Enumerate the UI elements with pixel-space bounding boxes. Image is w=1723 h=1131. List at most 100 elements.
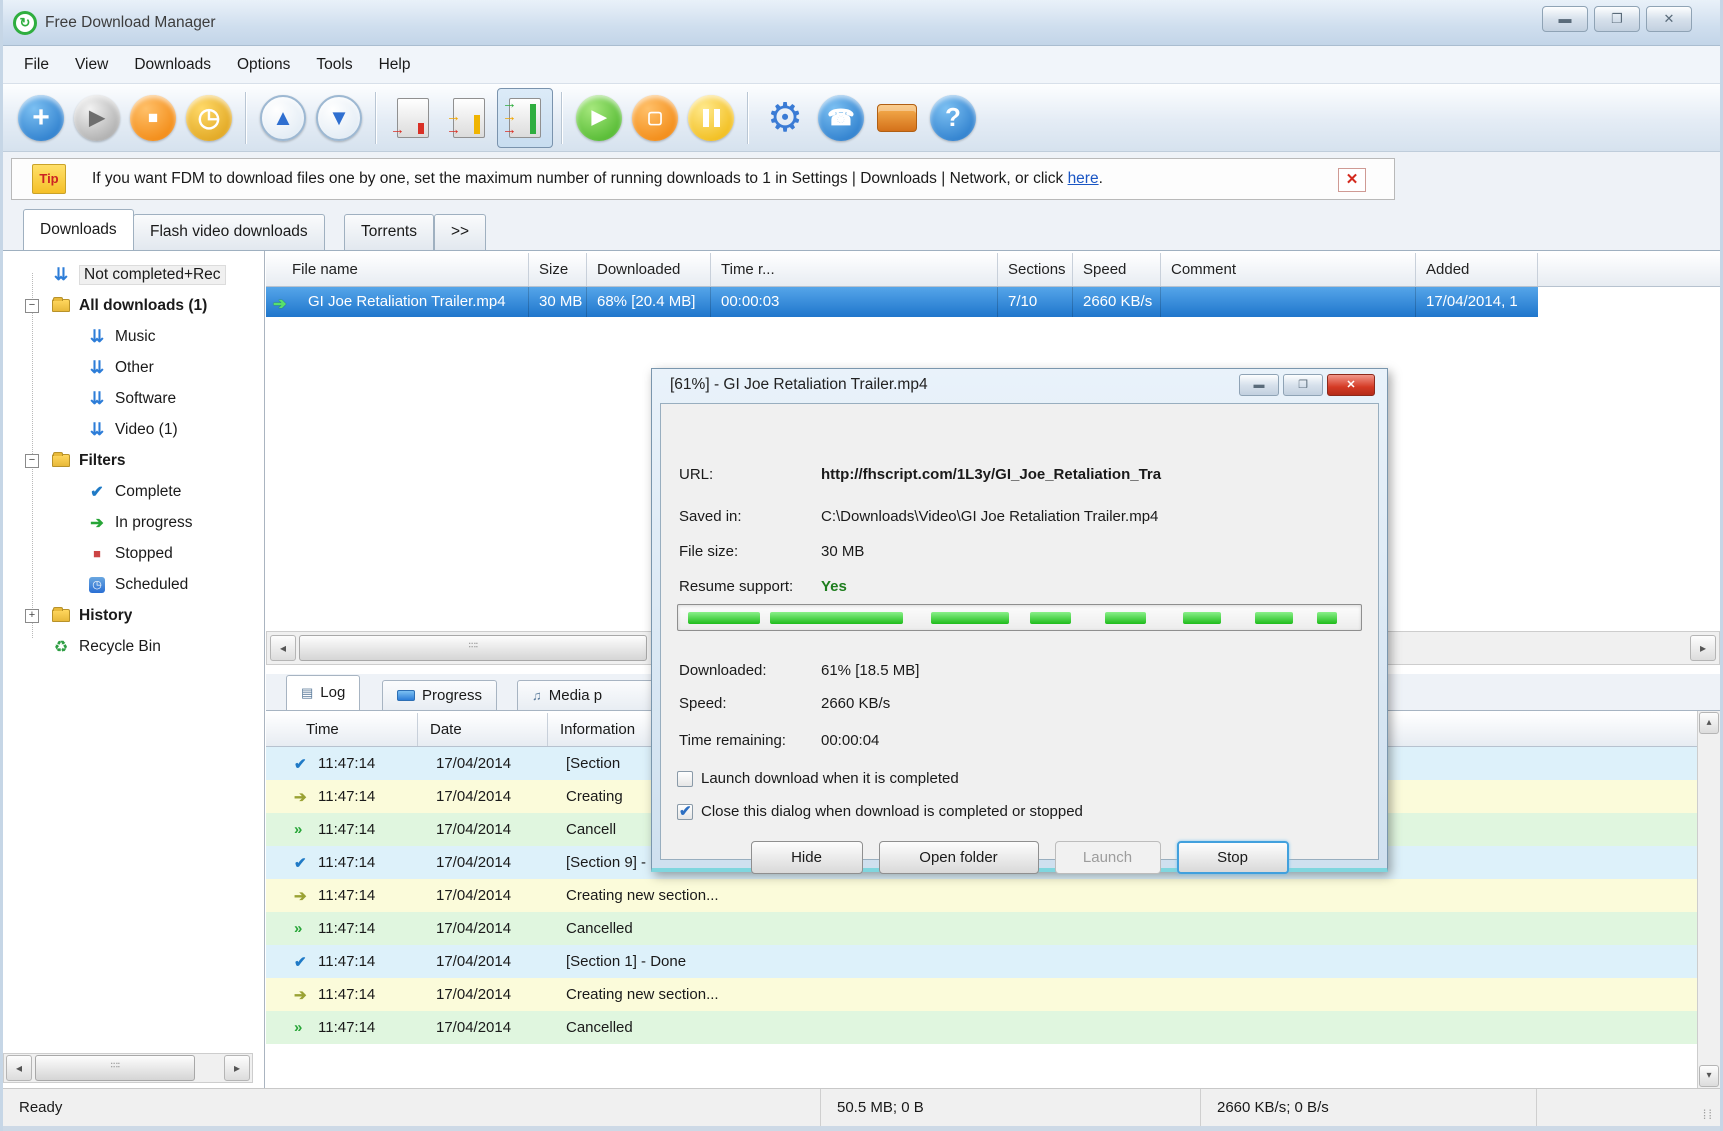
sidebar-item-recycle-bin[interactable]: ♻ Recycle Bin	[3, 631, 264, 662]
hide-button[interactable]: Hide	[751, 841, 863, 874]
sidebar-item-not-completed[interactable]: ⇊ Not completed+Rec	[3, 259, 264, 290]
restore-button[interactable]: ❐	[1594, 6, 1640, 32]
help-button[interactable]: ?	[925, 88, 981, 148]
speed-full-button[interactable]: →→→	[497, 88, 553, 148]
column-header-downloaded[interactable]: Downloaded	[587, 253, 711, 286]
sidebar-item-video[interactable]: ⇊ Video (1)	[3, 414, 264, 445]
scrollbar-thumb[interactable]	[299, 635, 647, 661]
minimize-button[interactable]: ▬	[1542, 6, 1588, 32]
tab-media-preview[interactable]: ♫ Media p	[517, 680, 667, 710]
tree-label: Recycle Bin	[79, 638, 161, 656]
tree-label: Filters	[79, 452, 126, 470]
resume-button[interactable]: ▶	[69, 88, 125, 148]
column-header-sections[interactable]: Sections	[998, 253, 1073, 286]
log-row[interactable]: » 11:47:14 17/04/2014 Cancelled	[266, 1011, 1697, 1044]
column-header-speed[interactable]: Speed	[1073, 253, 1161, 286]
move-up-button[interactable]: ▲	[255, 88, 311, 148]
scheduler-button[interactable]: ◷	[181, 88, 237, 148]
scroll-right-icon[interactable]: ▸	[1690, 635, 1716, 661]
tip-here-link[interactable]: here	[1068, 170, 1099, 187]
tab-log[interactable]: ▤ Log	[286, 675, 360, 710]
sidebar-item-history[interactable]: + History	[3, 600, 264, 631]
log-vertical-scrollbar[interactable]: ▴ ▾	[1697, 711, 1720, 1088]
tab-more[interactable]: >>	[434, 214, 486, 250]
column-header-size[interactable]: Size	[529, 253, 587, 286]
resize-grip-icon[interactable]: ⁞⁞	[1703, 1107, 1714, 1122]
sidebar-item-stopped[interactable]: ■ Stopped	[3, 538, 264, 569]
sidebar-item-complete[interactable]: ✔ Complete	[3, 476, 264, 507]
move-down-button[interactable]: ▼	[311, 88, 367, 148]
launch-checkbox[interactable]	[677, 771, 693, 787]
gear-icon: ⚙	[767, 95, 803, 141]
column-header-comment[interactable]: Comment	[1161, 253, 1416, 286]
menu-tools[interactable]: Tools	[303, 49, 365, 81]
sidebar-tree: ⇊ Not completed+Rec − All downloads (1) …	[3, 251, 265, 1088]
column-header-added[interactable]: Added	[1416, 253, 1538, 286]
cell-downloaded: 68% [20.4 MB]	[587, 287, 711, 317]
log-row[interactable]: ➔ 11:47:14 17/04/2014 Creating new secti…	[266, 978, 1697, 1011]
start-all-button[interactable]: ▶	[571, 88, 627, 148]
scroll-down-icon[interactable]: ▾	[1699, 1065, 1719, 1087]
sidebar-horizontal-scrollbar[interactable]: ◂ ▸	[3, 1053, 253, 1083]
scrollbar-thumb[interactable]	[35, 1055, 195, 1081]
log-row[interactable]: » 11:47:14 17/04/2014 Cancelled	[266, 912, 1697, 945]
tab-flash-video-downloads[interactable]: Flash video downloads	[133, 214, 325, 250]
log-time: 11:47:14	[318, 755, 436, 772]
speed-medium-button[interactable]: →→	[441, 88, 497, 148]
site-manager-button[interactable]	[869, 88, 925, 148]
log-time: 11:47:14	[318, 953, 436, 970]
open-folder-button[interactable]: Open folder	[879, 841, 1039, 874]
dialog-restore-button[interactable]: ❐	[1283, 374, 1323, 396]
tab-downloads[interactable]: Downloads	[23, 209, 134, 250]
log-column-date[interactable]: Date	[418, 713, 548, 746]
tip-close-button[interactable]: ✕	[1338, 168, 1366, 192]
downloaded-value: 61% [18.5 MB]	[821, 662, 1374, 679]
log-row[interactable]: ✔ 11:47:14 17/04/2014 [Section 1] - Done	[266, 945, 1697, 978]
menu-view[interactable]: View	[62, 49, 121, 81]
collapse-expander-icon[interactable]: −	[25, 299, 39, 313]
sidebar-item-scheduled[interactable]: ◷ Scheduled	[3, 569, 264, 600]
settings-button[interactable]: ⚙	[757, 88, 813, 148]
downloads-icon: ⇊	[87, 390, 107, 408]
app-window: ↻ Free Download Manager ▬ ❐ ✕ File View …	[0, 0, 1723, 1131]
sidebar-item-software[interactable]: ⇊ Software	[3, 383, 264, 414]
dialog-close-button[interactable]: ✕	[1327, 374, 1375, 396]
sidebar-item-in-progress[interactable]: ➔ In progress	[3, 507, 264, 538]
sidebar-item-filters[interactable]: − Filters	[3, 445, 264, 476]
column-header-file-name[interactable]: File name	[266, 253, 529, 286]
close-dialog-checkbox[interactable]	[677, 804, 693, 820]
menu-file[interactable]: File	[11, 49, 62, 81]
log-row[interactable]: ➔ 11:47:14 17/04/2014 Creating new secti…	[266, 879, 1697, 912]
collapse-expander-icon[interactable]: −	[25, 454, 39, 468]
scroll-up-icon[interactable]: ▴	[1699, 712, 1719, 734]
stop-button[interactable]: ■	[125, 88, 181, 148]
sidebar-item-other[interactable]: ⇊ Other	[3, 352, 264, 383]
scroll-right-icon[interactable]: ▸	[224, 1055, 250, 1081]
launch-button[interactable]: Launch	[1055, 841, 1161, 874]
log-column-time[interactable]: Time	[266, 713, 418, 746]
close-button[interactable]: ✕	[1646, 6, 1692, 32]
stop-download-button[interactable]: Stop	[1177, 841, 1289, 874]
scroll-left-icon[interactable]: ◂	[6, 1055, 32, 1081]
status-bytes: 50.5 MB; 0 B	[821, 1089, 1201, 1126]
add-download-button[interactable]: +	[13, 88, 69, 148]
speed-light-button[interactable]: →	[385, 88, 441, 148]
stop-all-button[interactable]: ▢	[627, 88, 683, 148]
expand-expander-icon[interactable]: +	[25, 609, 39, 623]
pause-all-button[interactable]	[683, 88, 739, 148]
menu-options[interactable]: Options	[224, 49, 303, 81]
sidebar-item-music[interactable]: ⇊ Music	[3, 321, 264, 352]
log-date: 17/04/2014	[436, 953, 566, 970]
sidebar-item-all-downloads[interactable]: − All downloads (1)	[3, 290, 264, 321]
menu-help[interactable]: Help	[366, 49, 424, 81]
network-button[interactable]: ☎	[813, 88, 869, 148]
dialog-minimize-button[interactable]: ▬	[1239, 374, 1279, 396]
column-header-time-remaining[interactable]: Time r...	[711, 253, 998, 286]
download-row-selected[interactable]: ➔ GI Joe Retaliation Trailer.mp4 30 MB 6…	[266, 287, 1538, 317]
scroll-left-icon[interactable]: ◂	[270, 635, 296, 661]
tab-torrents[interactable]: Torrents	[344, 214, 434, 250]
menu-downloads[interactable]: Downloads	[121, 49, 224, 81]
log-date: 17/04/2014	[436, 854, 566, 871]
tab-progress[interactable]: Progress	[382, 680, 497, 710]
tree-label: Stopped	[115, 545, 173, 563]
